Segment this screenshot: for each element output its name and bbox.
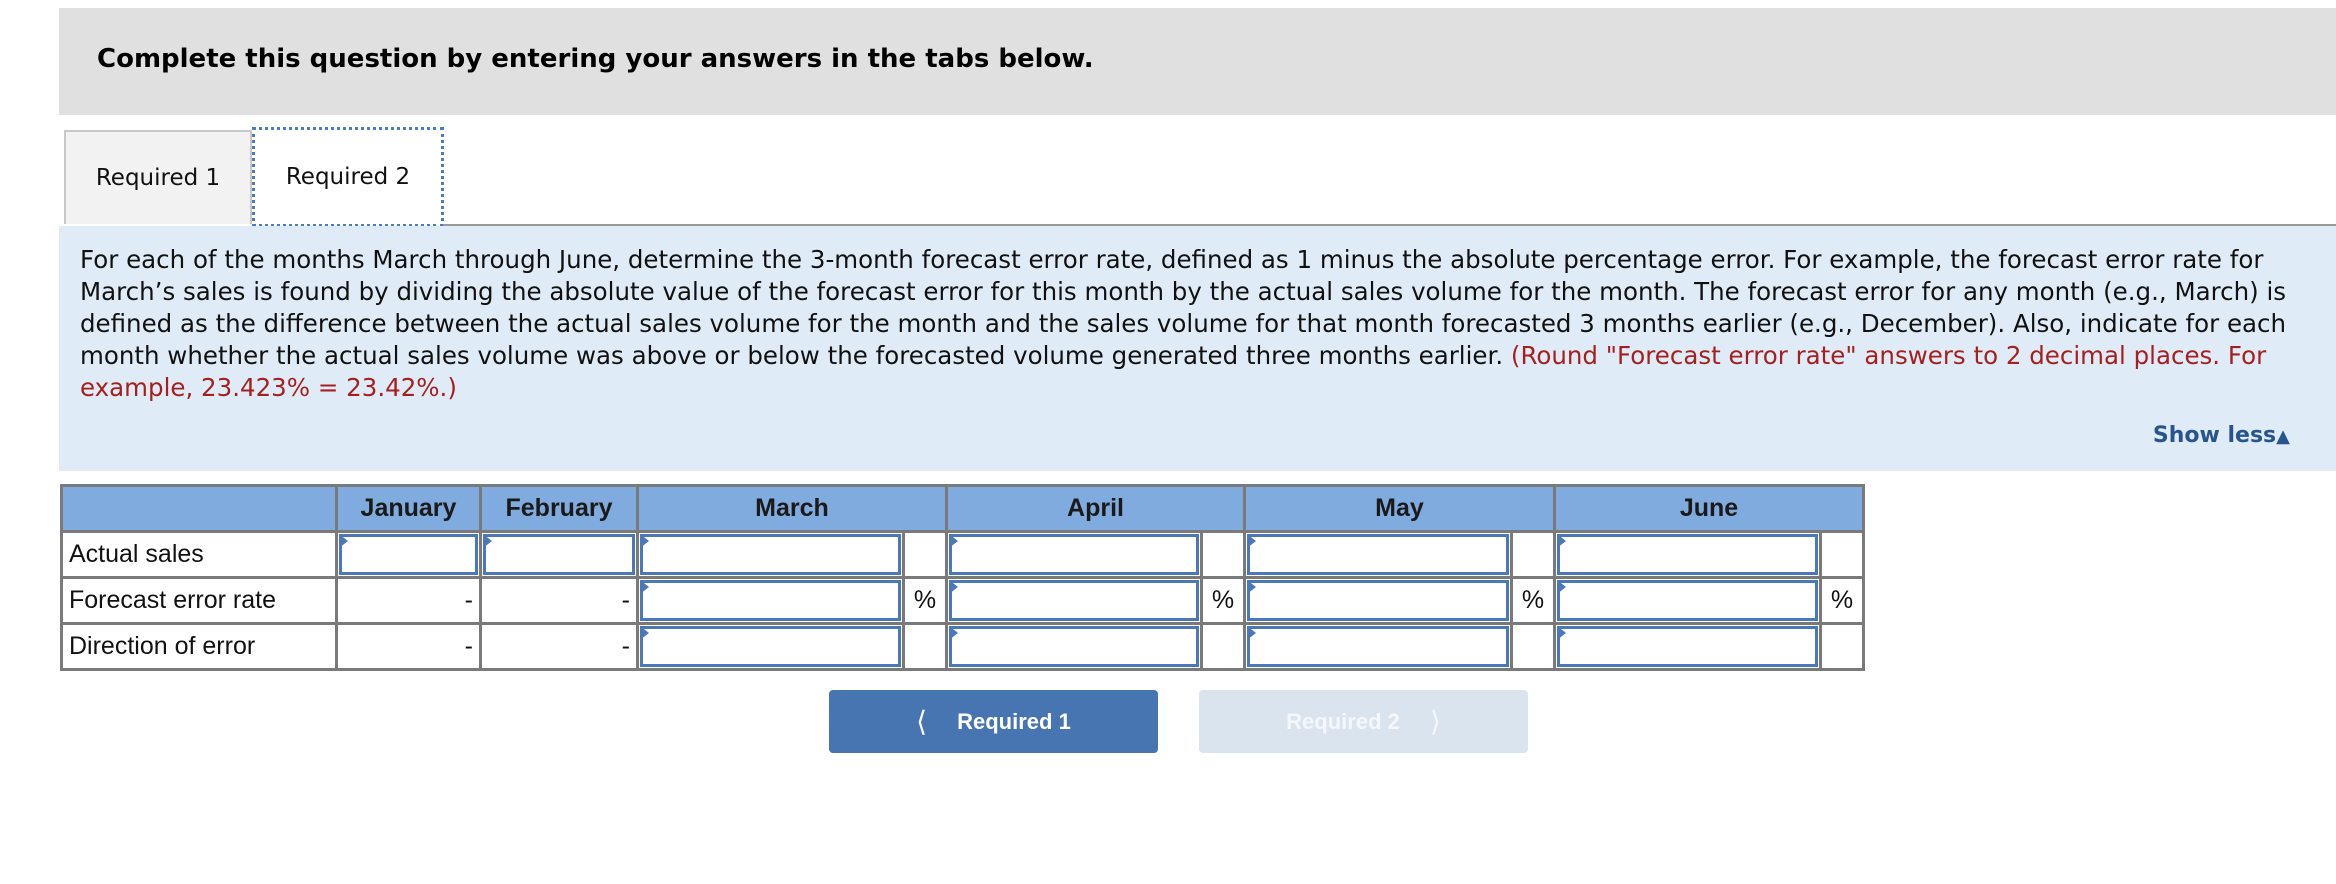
unit-cell xyxy=(1510,530,1556,579)
header-march: March xyxy=(636,484,948,533)
cell-april xyxy=(945,576,1203,625)
unit-cell xyxy=(1510,622,1556,671)
tab-required-2[interactable]: Required 2 xyxy=(252,127,444,227)
question-panel: For each of the months March through Jun… xyxy=(59,226,2336,471)
header-june: June xyxy=(1553,484,1865,533)
cell-april xyxy=(945,530,1203,579)
input-flag-icon xyxy=(949,626,958,640)
cell-march xyxy=(636,622,905,671)
direction-of-error-may-input[interactable] xyxy=(1250,629,1506,664)
unit-cell xyxy=(1819,530,1865,579)
actual-sales-january-input[interactable] xyxy=(342,537,475,572)
direction-of-error-april-input[interactable] xyxy=(952,629,1196,664)
chevron-left-icon: ⟨ xyxy=(916,706,928,737)
direction-of-error-june-input[interactable] xyxy=(1560,629,1815,664)
input-flag-icon xyxy=(483,534,492,548)
forecast-error-rate-march-input[interactable] xyxy=(643,583,898,618)
actual-sales-may-input[interactable] xyxy=(1250,537,1506,572)
show-less-label: Show less xyxy=(2152,423,2277,448)
header-april: April xyxy=(945,484,1246,533)
unit-cell xyxy=(1200,530,1246,579)
forecast-error-rate-june-input[interactable] xyxy=(1560,583,1815,618)
input-flag-icon xyxy=(640,580,649,594)
actual-sales-february-input[interactable] xyxy=(486,537,632,572)
direction-of-error-march-input[interactable] xyxy=(643,629,898,664)
header-may: May xyxy=(1243,484,1556,533)
cell-may xyxy=(1243,622,1513,671)
show-less-link[interactable]: Show less▲ xyxy=(2153,423,2290,448)
cell-january: - xyxy=(335,576,482,625)
tab-required-1[interactable]: Required 1 xyxy=(64,130,252,224)
cell-march xyxy=(636,576,905,625)
input-flag-icon xyxy=(1557,580,1566,594)
instruction-bar: Complete this question by entering your … xyxy=(59,8,2336,115)
next-button-label: Required 2 xyxy=(1286,708,1400,734)
prev-button-label: Required 1 xyxy=(957,708,1071,734)
cell-june xyxy=(1553,622,1822,671)
percent-unit: % xyxy=(1510,576,1556,625)
row-label: Direction of error xyxy=(60,622,338,671)
unit-cell xyxy=(902,530,948,579)
input-flag-icon xyxy=(339,534,348,548)
row-label: Forecast error rate xyxy=(60,576,338,625)
instruction-heading: Complete this question by entering your … xyxy=(97,44,1094,74)
input-flag-icon xyxy=(640,626,649,640)
cell-june xyxy=(1553,576,1822,625)
row-label: Actual sales xyxy=(60,530,338,579)
input-flag-icon xyxy=(1247,626,1256,640)
table-row-direction-of-error: Direction of error - - xyxy=(60,622,1865,671)
input-flag-icon xyxy=(1557,626,1566,640)
input-flag-icon xyxy=(640,534,649,548)
cell-february: - xyxy=(479,576,639,625)
question-text: For each of the months March through Jun… xyxy=(80,244,2330,404)
header-blank xyxy=(60,484,338,533)
header-january: January xyxy=(335,484,482,533)
input-flag-icon xyxy=(1557,534,1566,548)
table-row-forecast-error-rate: Forecast error rate - - % % % % xyxy=(60,576,1865,625)
cell-april xyxy=(945,622,1203,671)
chevron-right-icon: ⟩ xyxy=(1429,706,1441,737)
answer-table: January February March April May June Ac… xyxy=(60,484,1865,671)
table-row-actual-sales: Actual sales xyxy=(60,530,1865,579)
actual-sales-march-input[interactable] xyxy=(643,537,898,572)
input-flag-icon xyxy=(949,580,958,594)
next-required-2-button: Required 2 ⟩ xyxy=(1199,690,1528,753)
unit-cell xyxy=(902,622,948,671)
cell-january xyxy=(335,530,482,579)
input-flag-icon xyxy=(1247,580,1256,594)
triangle-up-icon: ▲ xyxy=(2276,426,2290,447)
cell-may xyxy=(1243,576,1513,625)
input-flag-icon xyxy=(1247,534,1256,548)
cell-january: - xyxy=(335,622,482,671)
cell-february: - xyxy=(479,622,639,671)
forecast-error-rate-april-input[interactable] xyxy=(952,583,1196,618)
prev-required-1-button[interactable]: ⟨ Required 1 xyxy=(829,690,1158,753)
cell-may xyxy=(1243,530,1513,579)
actual-sales-april-input[interactable] xyxy=(952,537,1196,572)
percent-unit: % xyxy=(1819,576,1865,625)
unit-cell xyxy=(1819,622,1865,671)
actual-sales-june-input[interactable] xyxy=(1560,537,1815,572)
forecast-error-rate-may-input[interactable] xyxy=(1250,583,1506,618)
input-flag-icon xyxy=(949,534,958,548)
table-header-row: January February March April May June xyxy=(60,484,1865,533)
unit-cell xyxy=(1200,622,1246,671)
cell-february xyxy=(479,530,639,579)
header-february: February xyxy=(479,484,639,533)
percent-unit: % xyxy=(1200,576,1246,625)
percent-unit: % xyxy=(902,576,948,625)
cell-june xyxy=(1553,530,1822,579)
cell-march xyxy=(636,530,905,579)
